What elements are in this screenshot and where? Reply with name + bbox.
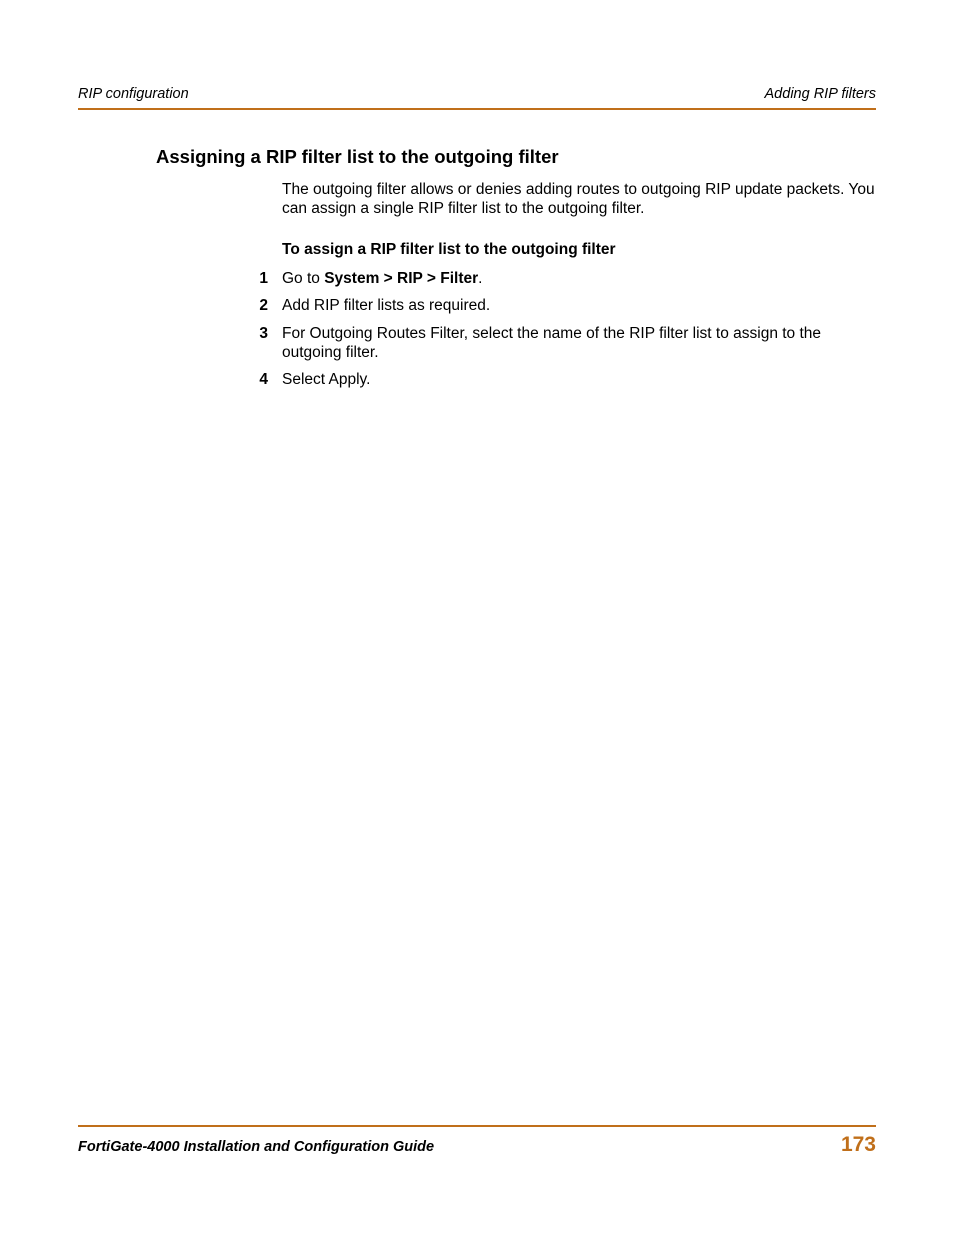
step: 4 Select Apply.: [282, 370, 876, 389]
step-text-prefix: Select Apply.: [282, 371, 370, 388]
step-body: For Outgoing Routes Filter, select the n…: [282, 324, 876, 363]
section-heading: Assigning a RIP filter list to the outgo…: [156, 146, 876, 168]
header-right: Adding RIP filters: [765, 86, 876, 102]
footer-doc-title: FortiGate-4000 Installation and Configur…: [78, 1139, 434, 1155]
step-number: 4: [254, 370, 282, 389]
step-body: Go to System > RIP > Filter.: [282, 269, 876, 288]
header-rule: [78, 108, 876, 110]
procedure-steps: 1 Go to System > RIP > Filter. 2 Add RIP…: [282, 269, 876, 390]
step-text-prefix: Add RIP filter lists as required.: [282, 297, 490, 314]
page-number: 173: [841, 1133, 876, 1157]
footer-rule: [78, 1125, 876, 1127]
step-text-bold: System > RIP > Filter: [324, 270, 478, 287]
step: 2 Add RIP filter lists as required.: [282, 296, 876, 315]
page: RIP configuration Adding RIP filters Ass…: [0, 0, 954, 1235]
step-body: Add RIP filter lists as required.: [282, 296, 876, 315]
procedure-title: To assign a RIP filter list to the outgo…: [282, 241, 876, 259]
intro-paragraph: The outgoing filter allows or denies add…: [282, 180, 876, 219]
step: 3 For Outgoing Routes Filter, select the…: [282, 324, 876, 363]
step-number: 3: [254, 324, 282, 343]
page-footer: FortiGate-4000 Installation and Configur…: [78, 1125, 876, 1157]
header-left: RIP configuration: [78, 86, 189, 102]
step-number: 1: [254, 269, 282, 288]
step-number: 2: [254, 296, 282, 315]
step-text-prefix: For Outgoing Routes Filter, select the n…: [282, 325, 821, 361]
step: 1 Go to System > RIP > Filter.: [282, 269, 876, 288]
step-text-suffix: .: [478, 270, 482, 287]
running-header: RIP configuration Adding RIP filters: [78, 86, 876, 106]
step-body: Select Apply.: [282, 370, 876, 389]
step-text-prefix: Go to: [282, 270, 324, 287]
footer-row: FortiGate-4000 Installation and Configur…: [78, 1133, 876, 1157]
